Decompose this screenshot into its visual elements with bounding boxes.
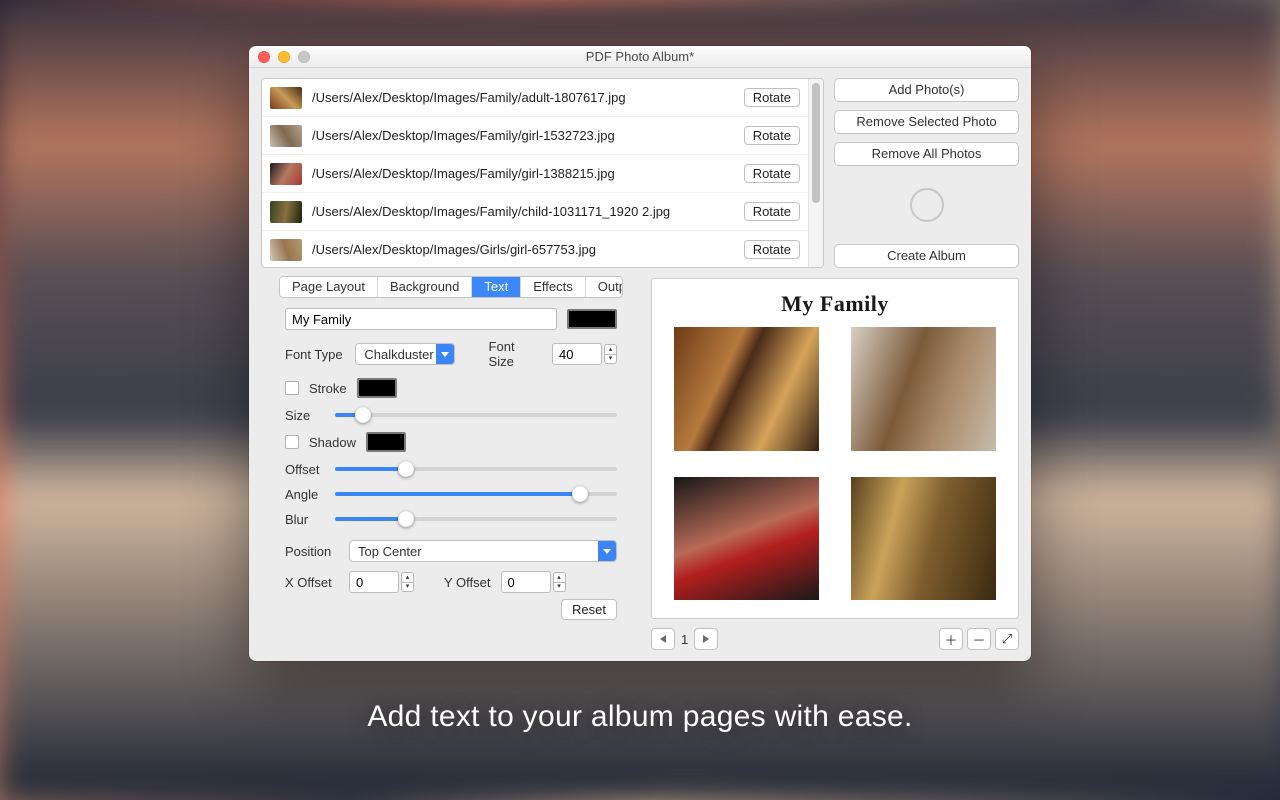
create-album-button[interactable]: Create Album [834, 244, 1019, 268]
photo-row[interactable]: /Users/Alex/Desktop/Images/Family/girl-1… [262, 155, 808, 193]
tab-text[interactable]: Text [472, 277, 521, 297]
photo-thumbnail-icon [270, 87, 302, 109]
rotate-button[interactable]: Rotate [744, 88, 800, 107]
text-settings: Font Type Chalkduster Font Size ▴▾ [261, 298, 641, 599]
zoom-out-button[interactable]: － [967, 628, 991, 650]
font-size-input[interactable] [552, 343, 602, 365]
font-size-stepper[interactable]: ▴▾ [604, 344, 617, 364]
preview-title: My Family [674, 291, 996, 317]
font-type-label: Font Type [285, 347, 345, 362]
shadow-color-swatch[interactable] [366, 432, 406, 452]
remove-all-button[interactable]: Remove All Photos [834, 142, 1019, 166]
photo-row[interactable]: /Users/Alex/Desktop/Images/Family/child-… [262, 193, 808, 231]
photo-row[interactable]: /Users/Alex/Desktop/Images/Family/girl-1… [262, 117, 808, 155]
xoffset-input[interactable] [349, 571, 399, 593]
reset-button[interactable]: Reset [561, 599, 617, 620]
title-bar[interactable]: PDF Photo Album* [249, 46, 1031, 68]
shadow-angle-slider[interactable] [335, 486, 617, 502]
next-page-button[interactable] [694, 628, 718, 650]
preview-photo [674, 477, 819, 601]
stroke-size-slider[interactable] [335, 407, 617, 423]
preview-photo [674, 327, 819, 451]
photo-list: /Users/Alex/Desktop/Images/Family/adult-… [261, 78, 824, 268]
rotate-button[interactable]: Rotate [744, 164, 800, 183]
rotate-button[interactable]: Rotate [744, 126, 800, 145]
chevron-down-icon [436, 344, 454, 364]
chevron-down-icon [598, 541, 616, 561]
rotate-button[interactable]: Rotate [744, 202, 800, 221]
photo-thumbnail-icon [270, 163, 302, 185]
add-photos-button[interactable]: Add Photo(s) [834, 78, 1019, 102]
font-type-value: Chalkduster [364, 347, 433, 362]
stroke-label: Stroke [309, 381, 347, 396]
yoffset-input[interactable] [501, 571, 551, 593]
position-select[interactable]: Top Center [349, 540, 617, 562]
settings-tabs: Page Layout Background Text Effects Outp… [279, 276, 623, 298]
marketing-caption: Add text to your album pages with ease. [0, 700, 1280, 734]
fullscreen-button[interactable]: ⤢ [995, 628, 1019, 650]
title-input[interactable] [285, 308, 557, 330]
photo-thumbnail-icon [270, 201, 302, 223]
photo-path: /Users/Alex/Desktop/Images/Family/girl-1… [312, 128, 734, 143]
text-color-swatch[interactable] [567, 309, 617, 329]
preview-toolbar: 1 ＋ － ⤢ [651, 627, 1019, 651]
photo-thumbnail-icon [270, 239, 302, 261]
progress-spinner-icon [910, 188, 944, 222]
photo-actions: Add Photo(s) Remove Selected Photo Remov… [834, 78, 1019, 268]
font-size-label: Font Size [489, 339, 542, 369]
photo-row[interactable]: /Users/Alex/Desktop/Images/Girls/girl-65… [262, 231, 808, 267]
page-number: 1 [681, 632, 688, 647]
shadow-blur-label: Blur [285, 512, 325, 527]
tab-page-layout[interactable]: Page Layout [280, 277, 378, 297]
shadow-offset-label: Offset [285, 462, 325, 477]
stroke-checkbox[interactable] [285, 381, 299, 395]
stroke-color-swatch[interactable] [357, 378, 397, 398]
stroke-size-label: Size [285, 408, 325, 423]
shadow-checkbox[interactable] [285, 435, 299, 449]
remove-selected-button[interactable]: Remove Selected Photo [834, 110, 1019, 134]
photo-row[interactable]: /Users/Alex/Desktop/Images/Family/adult-… [262, 79, 808, 117]
position-label: Position [285, 544, 339, 559]
shadow-label: Shadow [309, 435, 356, 450]
app-window: PDF Photo Album* /Users/Alex/Desktop/Ima… [249, 46, 1031, 661]
zoom-in-button[interactable]: ＋ [939, 628, 963, 650]
tab-output[interactable]: Output [586, 277, 623, 297]
yoffset-stepper[interactable]: ▴▾ [553, 572, 566, 592]
position-value: Top Center [358, 544, 422, 559]
tab-effects[interactable]: Effects [521, 277, 586, 297]
list-scrollbar[interactable] [808, 79, 823, 267]
window-title: PDF Photo Album* [249, 49, 1031, 64]
photo-path: /Users/Alex/Desktop/Images/Girls/girl-65… [312, 242, 734, 257]
shadow-offset-slider[interactable] [335, 461, 617, 477]
photo-path: /Users/Alex/Desktop/Images/Family/adult-… [312, 90, 734, 105]
album-preview: My Family [651, 278, 1019, 619]
window-content: /Users/Alex/Desktop/Images/Family/adult-… [249, 68, 1031, 661]
font-type-select[interactable]: Chalkduster [355, 343, 455, 365]
settings-panel: Page Layout Background Text Effects Outp… [261, 276, 641, 651]
preview-photo [851, 327, 996, 451]
xoffset-label: X Offset [285, 575, 339, 590]
tab-background[interactable]: Background [378, 277, 472, 297]
xoffset-stepper[interactable]: ▴▾ [401, 572, 414, 592]
yoffset-label: Y Offset [444, 575, 491, 590]
photo-path: /Users/Alex/Desktop/Images/Family/child-… [312, 204, 734, 219]
photo-path: /Users/Alex/Desktop/Images/Family/girl-1… [312, 166, 734, 181]
top-row: /Users/Alex/Desktop/Images/Family/adult-… [261, 78, 1019, 268]
shadow-angle-label: Angle [285, 487, 325, 502]
photo-thumbnail-icon [270, 125, 302, 147]
preview-photo [851, 477, 996, 601]
bottom-row: Page Layout Background Text Effects Outp… [261, 276, 1019, 651]
prev-page-button[interactable] [651, 628, 675, 650]
preview-panel: My Family 1 ＋ [651, 276, 1019, 651]
rotate-button[interactable]: Rotate [744, 240, 800, 259]
shadow-blur-slider[interactable] [335, 511, 617, 527]
